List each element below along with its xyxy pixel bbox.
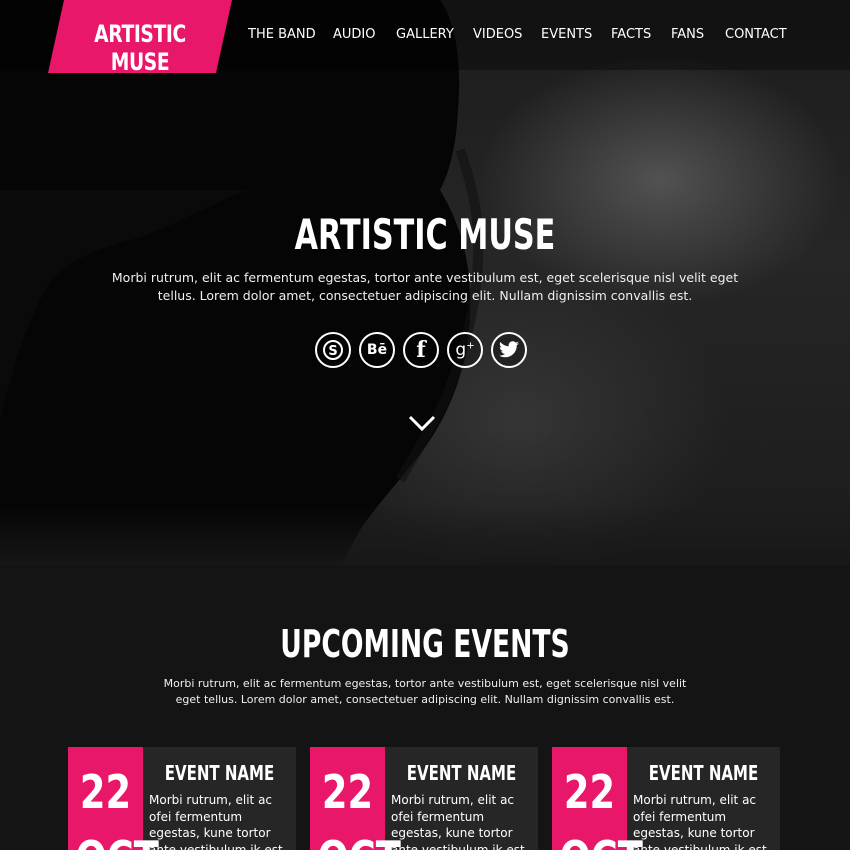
hero-bottom-fade — [0, 505, 850, 565]
main-nav: THE BAND AUDIO GALLERY VIDEOS EVENTS FAC… — [248, 27, 787, 47]
nav-item-events[interactable]: EVENTS — [541, 27, 611, 47]
event-card[interactable]: 22 OCT EVENT NAME Morbi rutrum, elit ac … — [552, 747, 780, 850]
event-day: 22 — [321, 765, 374, 819]
brand-logo[interactable]: ARTISTIC MUSE — [48, 0, 232, 76]
event-month: OCT — [560, 831, 643, 850]
hero-title: ARTISTIC MUSE — [294, 210, 556, 259]
twitter-icon[interactable] — [491, 332, 527, 368]
event-day: 22 — [79, 765, 132, 819]
chevron-down-icon[interactable] — [407, 413, 437, 433]
event-description: Morbi rutrum, elit ac ofei fermentum ege… — [149, 793, 283, 850]
facebook-icon[interactable]: f — [403, 332, 439, 368]
event-month: OCT — [76, 831, 159, 850]
nav-item-gallery[interactable]: GALLERY — [396, 27, 473, 47]
event-card[interactable]: 22 OCT EVENT NAME Morbi rutrum, elit ac … — [310, 747, 538, 850]
nav-item-audio[interactable]: AUDIO — [333, 27, 396, 47]
nav-item-fans[interactable]: FANS — [671, 27, 725, 47]
nav-item-contact[interactable]: CONTACT — [725, 27, 787, 47]
social-links: S Bē f g+ — [315, 332, 527, 368]
event-date-badge: 22 OCT — [310, 747, 401, 850]
event-card[interactable]: 22 OCT EVENT NAME Morbi rutrum, elit ac … — [68, 747, 296, 850]
event-date-badge: 22 OCT — [68, 747, 159, 850]
event-description: Morbi rutrum, elit ac ofei fermentum ege… — [391, 793, 525, 850]
nav-item-the-band[interactable]: THE BAND — [248, 27, 333, 47]
event-name: EVENT NAME — [406, 761, 517, 785]
logo-text: ARTISTIC MUSE — [94, 20, 186, 76]
event-date-badge: 22 OCT — [552, 747, 643, 850]
event-name: EVENT NAME — [648, 761, 759, 785]
event-description: Morbi rutrum, elit ac ofei fermentum ege… — [633, 793, 767, 850]
events-section-text: Morbi rutrum, elit ac fermentum egestas,… — [163, 677, 687, 706]
event-month: OCT — [318, 831, 401, 850]
svg-text:S: S — [328, 344, 337, 359]
google-plus-icon[interactable]: g+ — [447, 332, 483, 368]
skype-icon[interactable]: S — [315, 332, 351, 368]
nav-item-facts[interactable]: FACTS — [611, 27, 671, 47]
behance-icon[interactable]: Bē — [359, 332, 395, 368]
events-section-title: UPCOMING EVENTS — [280, 622, 570, 666]
event-day: 22 — [563, 765, 616, 819]
hero-text: Morbi rutrum, elit ac fermentum egestas,… — [111, 270, 739, 303]
nav-item-videos[interactable]: VIDEOS — [473, 27, 541, 47]
event-name: EVENT NAME — [164, 761, 275, 785]
